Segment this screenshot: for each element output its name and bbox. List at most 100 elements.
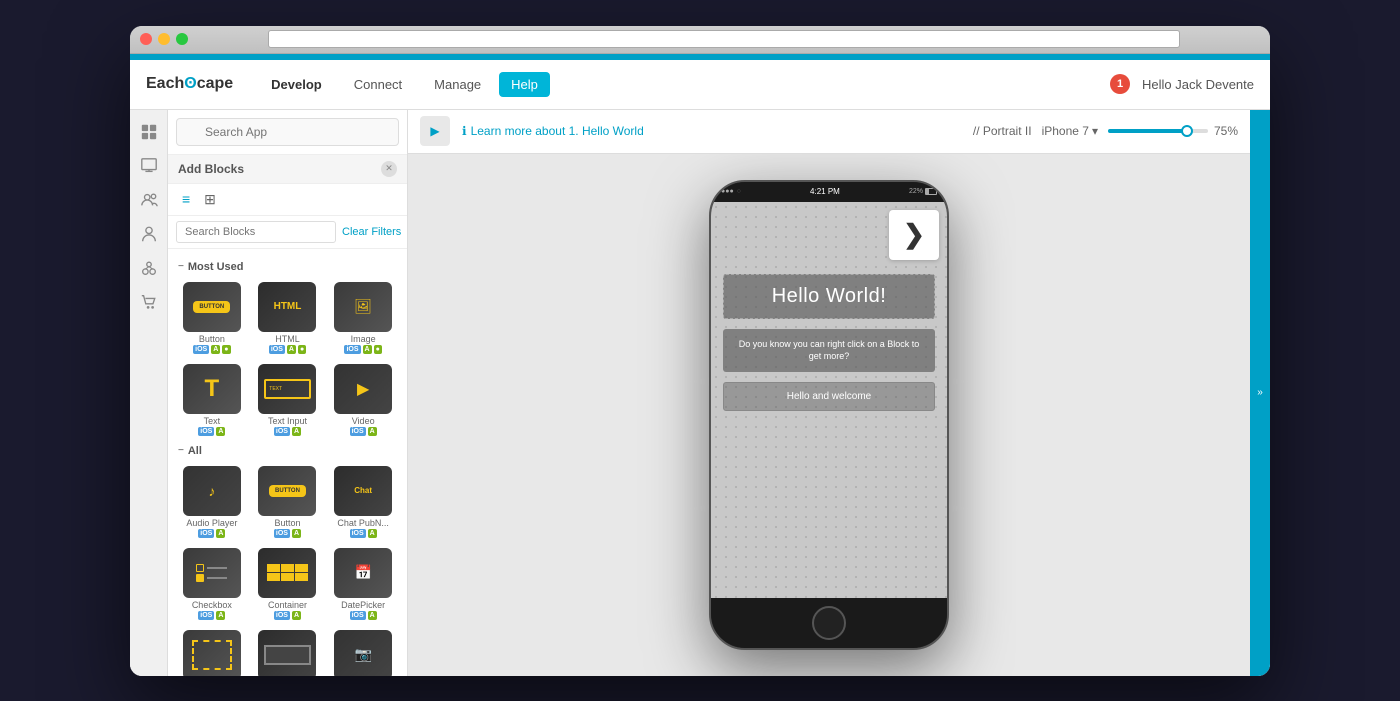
nav-develop[interactable]: Develop bbox=[257, 71, 336, 98]
block-fullscreen[interactable]: 📷 Full Screen ... iOS A bbox=[327, 627, 399, 676]
block-textinput-icon: TEXT bbox=[258, 364, 316, 414]
list-view-button[interactable]: ≡ bbox=[178, 189, 194, 210]
ios-pi4: iOS bbox=[274, 427, 290, 436]
ios-pi5: iOS bbox=[350, 427, 366, 436]
play-button[interactable]: ▶ bbox=[420, 116, 450, 146]
block-button-all-label: Button bbox=[274, 518, 300, 528]
block-dp-plat: iOS A bbox=[350, 611, 377, 620]
block-container[interactable]: Container iOS A bbox=[252, 545, 324, 623]
traffic-lights bbox=[140, 33, 188, 45]
clear-filters-button[interactable]: Clear Filters bbox=[342, 226, 401, 238]
info-link[interactable]: ℹ Learn more about 1. Hello World bbox=[462, 124, 644, 138]
search-blocks-input[interactable] bbox=[176, 221, 336, 243]
welcome-block[interactable]: Hello and welcome bbox=[723, 382, 935, 411]
block-button-label: Button bbox=[199, 334, 225, 344]
zoom-slider-thumb[interactable] bbox=[1181, 125, 1193, 137]
cycle-icon bbox=[140, 259, 158, 277]
and2-pi: ● bbox=[298, 345, 306, 354]
device-chevron: ▾ bbox=[1092, 124, 1098, 138]
block-cb-plat: iOS A bbox=[198, 611, 225, 620]
block-empty[interactable]: Empty iOS A bbox=[176, 627, 248, 676]
icon-sidebar bbox=[130, 110, 168, 676]
nav-manage[interactable]: Manage bbox=[420, 71, 495, 98]
blocks-panel: 🔍 Add Blocks ✕ ≡ ⊞ Clear Filte bbox=[168, 110, 408, 676]
block-button-most-used[interactable]: BUTTON Button iOS A ● bbox=[176, 279, 248, 357]
sidebar-item-cart[interactable] bbox=[135, 288, 163, 316]
url-bar[interactable] bbox=[268, 30, 1180, 48]
minimize-button[interactable] bbox=[158, 33, 170, 45]
editor-toolbar: ▶ ℹ Learn more about 1. Hello World // P… bbox=[408, 110, 1250, 154]
block-button-all-icon: BUTTON bbox=[258, 466, 316, 516]
section-all: − All bbox=[178, 445, 399, 457]
fullscreen-button[interactable] bbox=[176, 33, 188, 45]
block-html-label: HTML bbox=[275, 334, 300, 344]
block-ap-plat: iOS A bbox=[198, 529, 225, 538]
toolbar-right: // Portrait II iPhone 7 ▾ 75% bbox=[973, 124, 1238, 138]
block-chat-label: Chat PubN... bbox=[337, 518, 389, 528]
block-textinput-most-used[interactable]: TEXT Text Input iOS A bbox=[252, 361, 324, 439]
phone-bottom bbox=[711, 598, 947, 648]
block-empty-icon bbox=[183, 630, 241, 676]
sidebar-item-user[interactable] bbox=[135, 220, 163, 248]
zoom-slider[interactable] bbox=[1108, 129, 1208, 133]
block-button-icon: BUTTON bbox=[183, 282, 241, 332]
block-checkbox-icon bbox=[183, 548, 241, 598]
block-text-most-used[interactable]: T Text iOS A bbox=[176, 361, 248, 439]
play-icon: ▶ bbox=[430, 124, 439, 138]
add-blocks-title: Add Blocks bbox=[178, 162, 244, 176]
block-html-platforms: iOS A ● bbox=[269, 345, 306, 354]
sidebar-item-cycle[interactable] bbox=[135, 254, 163, 282]
block-chat[interactable]: Chat Chat PubN... iOS A bbox=[327, 463, 399, 541]
sidebar-item-users[interactable] bbox=[135, 186, 163, 214]
block-fullscreen-icon: 📷 bbox=[334, 630, 392, 676]
android2-platform-icon: ● bbox=[222, 345, 230, 354]
editor-area: ▶ ℹ Learn more about 1. Hello World // P… bbox=[408, 110, 1250, 676]
sidebar-item-layout[interactable] bbox=[135, 118, 163, 146]
section-toggle-most-used[interactable]: − bbox=[178, 261, 184, 272]
block-container-icon bbox=[258, 548, 316, 598]
grid-view-button[interactable]: ⊞ bbox=[200, 189, 220, 210]
block-forminput[interactable]: Form Input iOS A bbox=[252, 627, 324, 676]
view-toggle: ≡ ⊞ bbox=[168, 184, 407, 216]
device-selector[interactable]: iPhone 7 ▾ bbox=[1042, 124, 1098, 138]
home-button[interactable] bbox=[812, 606, 846, 640]
block-image-icon: 🖼 bbox=[334, 282, 392, 332]
ios-pi: iOS bbox=[269, 345, 285, 354]
block-chat-icon: Chat bbox=[334, 466, 392, 516]
orientation-selector[interactable]: // Portrait II bbox=[973, 124, 1032, 138]
block-checkbox[interactable]: Checkbox iOS A bbox=[176, 545, 248, 623]
block-audioplayer[interactable]: ♪ Audio Player iOS A bbox=[176, 463, 248, 541]
block-video-most-used[interactable]: ▶ Video iOS A bbox=[327, 361, 399, 439]
and-pi4: A bbox=[292, 427, 301, 436]
block-html-most-used[interactable]: HTML HTML iOS A ● bbox=[252, 279, 324, 357]
section-most-used-label: Most Used bbox=[188, 261, 244, 273]
collapse-icon: » bbox=[1257, 387, 1263, 398]
mac-window: Eachʘcape Develop Connect Manage Help 1 … bbox=[130, 26, 1270, 676]
all-blocks-grid: ♪ Audio Player iOS A BUTTON bbox=[176, 463, 399, 676]
and-pi5: A bbox=[368, 427, 377, 436]
right-collapse-panel[interactable]: » bbox=[1250, 110, 1270, 676]
block-forminput-icon bbox=[258, 630, 316, 676]
chevron-block[interactable]: ❯ bbox=[889, 210, 939, 260]
hello-world-block[interactable]: Hello World! bbox=[723, 274, 935, 319]
info-text-block[interactable]: Do you know you can right click on a Blo… bbox=[723, 329, 935, 372]
close-button[interactable] bbox=[140, 33, 152, 45]
zoom-control: 75% bbox=[1108, 124, 1238, 138]
search-app-input[interactable] bbox=[176, 118, 399, 146]
block-video-label: Video bbox=[352, 416, 375, 426]
app: Eachʘcape Develop Connect Manage Help 1 … bbox=[130, 54, 1270, 676]
sidebar-item-screens[interactable] bbox=[135, 152, 163, 180]
close-blocks-button[interactable]: ✕ bbox=[381, 161, 397, 177]
nav-help[interactable]: Help bbox=[499, 72, 550, 97]
section-toggle-all[interactable]: − bbox=[178, 445, 184, 456]
main-content: 🔍 Add Blocks ✕ ≡ ⊞ Clear Filte bbox=[130, 110, 1270, 676]
block-checkbox-label: Checkbox bbox=[192, 600, 232, 610]
block-audioplayer-icon: ♪ bbox=[183, 466, 241, 516]
block-button-all[interactable]: BUTTON Button iOS A bbox=[252, 463, 324, 541]
block-datepicker[interactable]: 📅 DatePicker iOS A bbox=[327, 545, 399, 623]
block-btn-plat: iOS A bbox=[274, 529, 301, 538]
nav-connect[interactable]: Connect bbox=[340, 71, 416, 98]
block-container-label: Container bbox=[268, 600, 307, 610]
notification-badge[interactable]: 1 bbox=[1110, 74, 1130, 94]
block-image-most-used[interactable]: 🖼 Image iOS A ● bbox=[327, 279, 399, 357]
